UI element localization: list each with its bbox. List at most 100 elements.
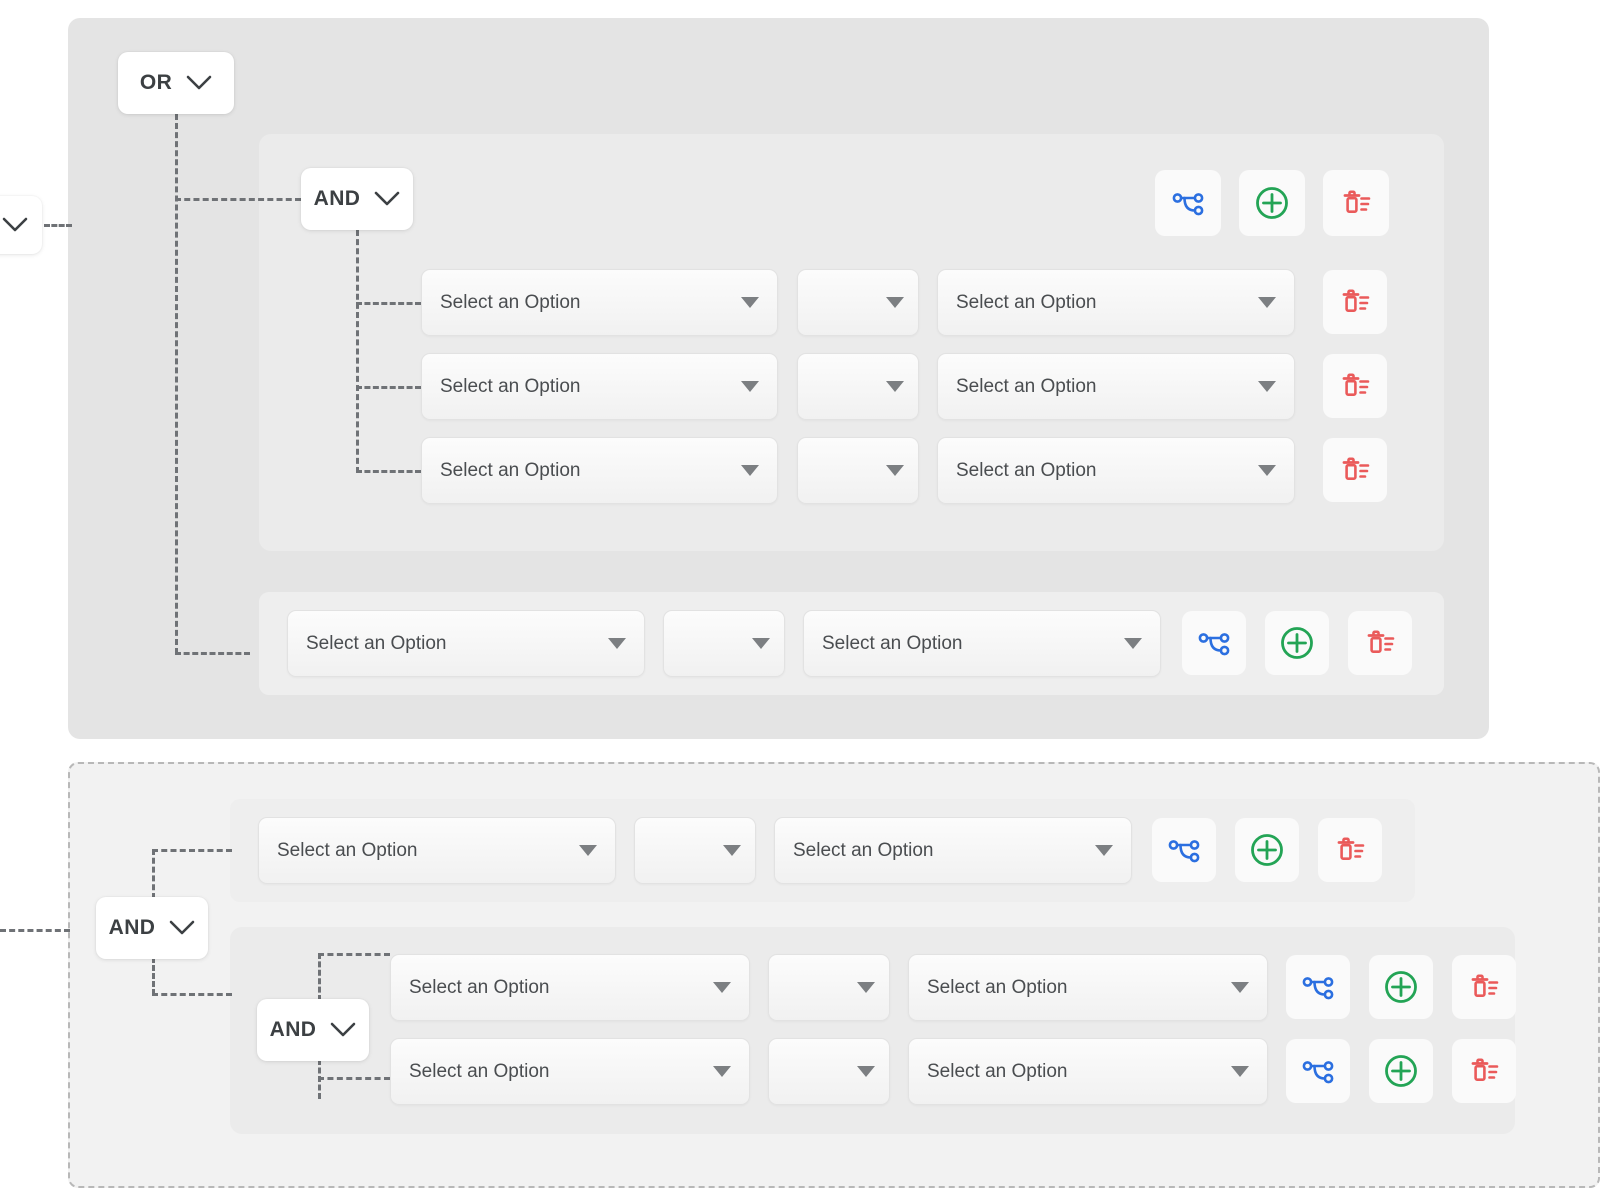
rule-add-button[interactable]: [1369, 955, 1433, 1019]
rule-delete-button[interactable]: [1323, 270, 1387, 334]
dropdown-caret-icon: [886, 381, 904, 392]
rule-value-value: Select an Option: [956, 291, 1097, 313]
rule-field-select[interactable]: Select an Option: [287, 610, 645, 677]
dropdown-caret-icon: [857, 1066, 875, 1077]
rule-delete-button[interactable]: [1323, 438, 1387, 502]
rule-value-select[interactable]: Select an Option: [774, 817, 1132, 884]
dashed-group-branch-nested: [152, 993, 232, 996]
rule-field-select[interactable]: Select an Option: [421, 269, 778, 336]
and-group-branch-button[interactable]: [1155, 170, 1221, 236]
rule-operator-select[interactable]: [797, 269, 919, 336]
nested-and-branch-rule-2: [318, 1077, 390, 1080]
chevron-down-icon: [375, 191, 400, 206]
branch-icon: [1302, 977, 1334, 1000]
branch-icon: [1172, 193, 1204, 216]
chevron-down-icon: [331, 1022, 356, 1037]
rule-field-value: Select an Option: [409, 1060, 550, 1082]
rule-value-value: Select an Option: [822, 632, 963, 654]
parent-operator-pill-partial[interactable]: [0, 196, 42, 254]
dashed-and-operator-pill[interactable]: AND: [96, 897, 208, 959]
dropdown-caret-icon: [741, 465, 759, 476]
rule-value-select[interactable]: Select an Option: [937, 437, 1295, 504]
and-branch-line-rule-1: [356, 302, 421, 305]
rule-branch-button[interactable]: [1286, 955, 1350, 1019]
rule-delete-button[interactable]: [1323, 354, 1387, 418]
dropdown-caret-icon: [886, 297, 904, 308]
rule-add-button[interactable]: [1265, 611, 1329, 675]
rule-branch-button[interactable]: [1286, 1039, 1350, 1103]
and-operator-label: AND: [313, 187, 361, 210]
rule-delete-button[interactable]: [1348, 611, 1412, 675]
dashed-group-trunk-down: [152, 957, 155, 995]
add-circle-icon: [1256, 187, 1288, 219]
dropdown-caret-icon: [723, 845, 741, 856]
dashed-and-operator-label: AND: [108, 916, 156, 939]
dropdown-caret-icon: [608, 638, 626, 649]
add-circle-icon: [1281, 627, 1313, 659]
dropdown-caret-icon: [1258, 381, 1276, 392]
chevron-down-icon: [186, 75, 212, 90]
delete-list-icon: [1342, 457, 1370, 480]
rule-value-select[interactable]: Select an Option: [908, 1038, 1268, 1105]
rule-operator-select[interactable]: [797, 353, 919, 420]
dropdown-caret-icon: [1258, 297, 1276, 308]
rule-value-value: Select an Option: [927, 976, 1068, 998]
or-operator-pill[interactable]: OR: [118, 52, 234, 114]
dropdown-caret-icon: [579, 845, 597, 856]
and-branch-line-rule-3: [356, 470, 421, 473]
rule-field-select[interactable]: Select an Option: [421, 437, 778, 504]
dropdown-caret-icon: [741, 297, 759, 308]
rule-value-value: Select an Option: [927, 1060, 1068, 1082]
rule-add-button[interactable]: [1369, 1039, 1433, 1103]
rule-delete-button[interactable]: [1452, 955, 1516, 1019]
nested-and-operator-pill[interactable]: AND: [257, 999, 369, 1061]
or-operator-label: OR: [139, 71, 173, 94]
dropdown-caret-icon: [752, 638, 770, 649]
add-circle-icon: [1385, 971, 1417, 1003]
rule-delete-button[interactable]: [1318, 818, 1382, 882]
delete-list-icon: [1343, 190, 1371, 213]
rule-value-select[interactable]: Select an Option: [937, 353, 1295, 420]
nested-and-operator-label: AND: [269, 1018, 317, 1041]
rule-operator-select[interactable]: [768, 954, 890, 1021]
dropdown-caret-icon: [741, 381, 759, 392]
rule-field-value: Select an Option: [440, 459, 581, 481]
rule-field-select[interactable]: Select an Option: [390, 1038, 750, 1105]
dashed-group-branch-rule: [152, 849, 232, 852]
and-group-delete-button[interactable]: [1323, 170, 1389, 236]
and-group-add-button[interactable]: [1239, 170, 1305, 236]
delete-list-icon: [1471, 974, 1499, 997]
add-circle-icon: [1385, 1055, 1417, 1087]
rule-field-select[interactable]: Select an Option: [390, 954, 750, 1021]
dropdown-caret-icon: [1231, 982, 1249, 993]
rule-operator-select[interactable]: [797, 437, 919, 504]
and-operator-pill[interactable]: AND: [301, 168, 413, 230]
dropdown-caret-icon: [1258, 465, 1276, 476]
delete-list-icon: [1337, 837, 1365, 860]
rule-operator-select[interactable]: [768, 1038, 890, 1105]
branch-icon: [1302, 1061, 1334, 1084]
rule-branch-button[interactable]: [1152, 818, 1216, 882]
rule-field-select[interactable]: Select an Option: [421, 353, 778, 420]
rule-branch-button[interactable]: [1182, 611, 1246, 675]
rule-value-select[interactable]: Select an Option: [803, 610, 1161, 677]
add-circle-icon: [1251, 834, 1283, 866]
rule-field-value: Select an Option: [409, 976, 550, 998]
rule-value-select[interactable]: Select an Option: [908, 954, 1268, 1021]
rule-operator-select[interactable]: [663, 610, 785, 677]
dropdown-caret-icon: [1231, 1066, 1249, 1077]
rule-field-select[interactable]: Select an Option: [258, 817, 616, 884]
dropdown-caret-icon: [1095, 845, 1113, 856]
dropdown-caret-icon: [886, 465, 904, 476]
rule-field-value: Select an Option: [277, 839, 418, 861]
query-builder-canvas: OR AND Select an Option Select an Option…: [0, 0, 1600, 1200]
rule-value-value: Select an Option: [956, 375, 1097, 397]
rule-operator-select[interactable]: [634, 817, 756, 884]
delete-list-icon: [1342, 373, 1370, 396]
rule-delete-button[interactable]: [1452, 1039, 1516, 1103]
rule-add-button[interactable]: [1235, 818, 1299, 882]
rule-value-select[interactable]: Select an Option: [937, 269, 1295, 336]
nested-and-branch-rule-1: [318, 953, 390, 956]
rule-value-value: Select an Option: [793, 839, 934, 861]
dashed-group-trunk-up: [152, 849, 155, 899]
